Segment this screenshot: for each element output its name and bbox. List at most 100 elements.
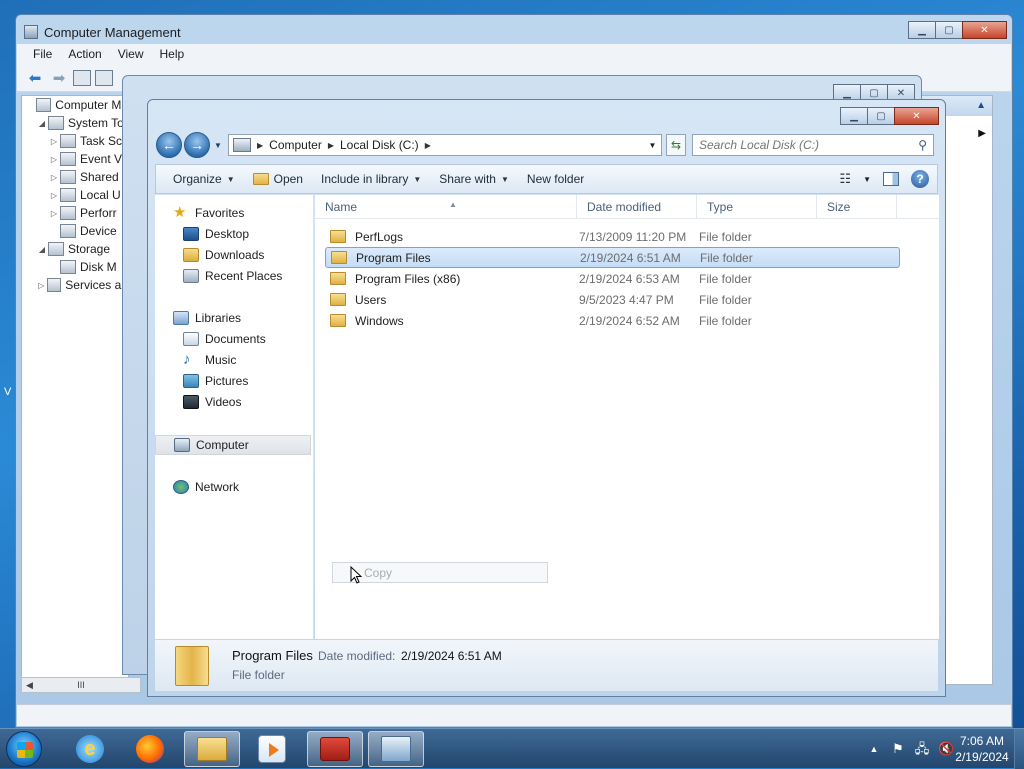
back-button[interactable]: ← bbox=[156, 132, 182, 158]
cm-console-tree[interactable]: Computer Ma ◢ System To ▷ Task Sc ▷ Event V ▷ Sh… bbox=[21, 95, 129, 687]
include-in-library-button[interactable]: Include in library ▼ bbox=[312, 167, 430, 191]
nav-music[interactable]: ♪ Music bbox=[155, 350, 236, 370]
forward-button[interactable]: → bbox=[184, 132, 210, 158]
nav-recent-places-label: Recent Places bbox=[205, 269, 283, 283]
breadcrumb-separator-icon[interactable]: ▶ bbox=[328, 141, 334, 150]
taskbar-media-player[interactable] bbox=[244, 731, 300, 767]
nav-recent-places[interactable]: Recent Places bbox=[155, 266, 282, 286]
tree-node[interactable]: Device bbox=[22, 222, 128, 240]
explorer-maximize-button[interactable]: ▢ bbox=[867, 107, 895, 125]
nav-computer[interactable]: Computer bbox=[155, 435, 311, 455]
column-header-date[interactable]: Date modified bbox=[577, 195, 697, 219]
tree-expander-icon[interactable]: ▷ bbox=[48, 137, 60, 146]
show-hidden-icons-chevron-icon[interactable]: ▲ bbox=[866, 741, 882, 757]
explorer-close-button[interactable]: ✕ bbox=[894, 107, 939, 125]
search-icon[interactable]: ⚲ bbox=[918, 138, 927, 152]
tree-expander-icon[interactable]: ▷ bbox=[48, 155, 60, 164]
address-bar[interactable]: ▶ Computer ▶ Local Disk (C:) ▶ ▼ bbox=[228, 134, 662, 156]
breadcrumb-local-disk[interactable]: Local Disk (C:) bbox=[340, 138, 419, 152]
recent-pages-chevron-icon[interactable]: ▼ bbox=[214, 141, 224, 150]
menu-help[interactable]: Help bbox=[152, 47, 193, 61]
cm-caption-buttons: ▁ ▢ ✕ bbox=[908, 21, 1007, 39]
tree-node[interactable]: ▷ Task Sc bbox=[22, 132, 128, 150]
up-folder-icon[interactable] bbox=[73, 69, 91, 86]
forward-arrow-icon[interactable]: ➡ bbox=[49, 68, 69, 88]
menu-action[interactable]: Action bbox=[60, 47, 109, 61]
tree-node[interactable]: ▷ Local U bbox=[22, 186, 128, 204]
search-input[interactable] bbox=[699, 138, 919, 152]
nav-documents[interactable]: Documents bbox=[155, 329, 266, 349]
cm-horizontal-scrollbar[interactable]: ◀ III ▶ bbox=[21, 677, 141, 693]
file-row[interactable]: Program Files (x86) 2/19/2024 6:53 AM File… bbox=[325, 268, 900, 289]
system-clock[interactable]: 7:06 AM 2/19/2024 bbox=[952, 733, 1012, 765]
search-box[interactable]: ⚲ bbox=[692, 134, 934, 156]
show-desktop-button[interactable] bbox=[1014, 729, 1024, 769]
tree-node[interactable]: ▷ Services an bbox=[22, 276, 128, 294]
column-header-size[interactable]: Size bbox=[817, 195, 897, 219]
file-row[interactable]: Program Files 2/19/2024 6:51 AM File folde… bbox=[325, 247, 900, 268]
scroll-left-icon[interactable]: ◀ bbox=[26, 680, 33, 691]
action-center-flag-icon[interactable]: ⚑ bbox=[890, 741, 906, 757]
start-button[interactable] bbox=[6, 731, 42, 767]
nav-pictures[interactable]: Pictures bbox=[155, 371, 248, 391]
nav-videos[interactable]: Videos bbox=[155, 392, 241, 412]
taskbar-firefox[interactable] bbox=[122, 731, 178, 767]
open-button[interactable]: Open bbox=[244, 167, 312, 191]
nav-desktop[interactable]: Desktop bbox=[155, 224, 249, 244]
tree-expander-icon[interactable]: ◢ bbox=[36, 245, 48, 254]
help-icon[interactable]: ? bbox=[911, 170, 929, 188]
cm-minimize-button[interactable]: ▁ bbox=[908, 21, 936, 39]
tree-expander-icon[interactable]: ◢ bbox=[36, 119, 48, 128]
tree-node[interactable]: ▷ Event V bbox=[22, 150, 128, 168]
breadcrumb-separator-icon[interactable]: ▶ bbox=[257, 141, 263, 150]
expand-right-icon[interactable]: ▶ bbox=[978, 128, 986, 139]
file-date-modified: 2/19/2024 6:52 AM bbox=[579, 313, 680, 328]
view-options-icon[interactable]: ☷ bbox=[839, 171, 851, 187]
cm-maximize-button[interactable]: ▢ bbox=[935, 21, 963, 39]
explorer-window[interactable]: ▁ ▢ ✕ ← → ▼ ▶ Computer ▶ Local Disk (C:)… bbox=[147, 99, 946, 697]
preview-pane-icon[interactable] bbox=[883, 172, 899, 186]
tree-node[interactable]: ▷ Shared bbox=[22, 168, 128, 186]
tree-node[interactable]: ◢ System To bbox=[22, 114, 128, 132]
scroll-grip[interactable]: III bbox=[77, 680, 85, 690]
explorer-minimize-button[interactable]: ▁ bbox=[840, 107, 868, 125]
tree-expander-icon[interactable]: ▷ bbox=[48, 173, 60, 182]
share-with-button[interactable]: Share with ▼ bbox=[430, 167, 518, 191]
taskbar-internet-explorer[interactable]: e bbox=[62, 731, 118, 767]
address-history-chevron-icon[interactable]: ▼ bbox=[643, 141, 661, 150]
tree-node[interactable]: Computer Ma bbox=[22, 96, 128, 114]
view-chevron-down-icon[interactable]: ▼ bbox=[863, 175, 871, 184]
cm-close-button[interactable]: ✕ bbox=[962, 21, 1007, 39]
nav-libraries[interactable]: Libraries bbox=[155, 308, 241, 328]
tree-node[interactable]: ▷ Perforr bbox=[22, 204, 128, 222]
new-folder-button[interactable]: New folder bbox=[518, 167, 593, 191]
refresh-button[interactable]: ⇆ bbox=[666, 134, 686, 156]
tree-node[interactable]: ◢ Storage bbox=[22, 240, 128, 258]
file-row[interactable]: PerfLogs 7/13/2009 11:20 PM File folder bbox=[325, 226, 900, 247]
network-status-icon[interactable]: 🖧 bbox=[914, 741, 930, 757]
organize-button[interactable]: Organize ▼ bbox=[164, 167, 244, 191]
tree-node[interactable]: Disk M bbox=[22, 258, 128, 276]
collapse-up-icon[interactable]: ▲ bbox=[976, 100, 986, 111]
menu-file[interactable]: File bbox=[25, 47, 60, 61]
tree-expander-icon[interactable]: ▷ bbox=[36, 281, 47, 290]
nav-network[interactable]: Network bbox=[155, 477, 239, 497]
taskbar-windows-explorer[interactable] bbox=[184, 731, 240, 767]
show-hide-tree-icon[interactable] bbox=[95, 69, 113, 86]
nav-downloads[interactable]: Downloads bbox=[155, 245, 264, 265]
column-header-name[interactable]: Name ▲ bbox=[315, 195, 577, 219]
back-arrow-icon[interactable]: ⬅ bbox=[25, 68, 45, 88]
menu-view[interactable]: View bbox=[110, 47, 152, 61]
tree-node-label: Local U bbox=[80, 188, 121, 202]
taskbar-computer-management[interactable] bbox=[368, 731, 424, 767]
file-row[interactable]: Users 9/5/2023 4:47 PM File folder bbox=[325, 289, 900, 310]
tree-expander-icon[interactable]: ▷ bbox=[48, 191, 60, 200]
breadcrumb-computer[interactable]: Computer bbox=[269, 138, 322, 152]
nav-favorites[interactable]: ★ Favorites bbox=[155, 203, 244, 223]
file-list[interactable]: Name ▲ Date modified Type Size PerfLogs 7… bbox=[315, 195, 939, 639]
file-row[interactable]: Windows 2/19/2024 6:52 AM File folder bbox=[325, 310, 900, 331]
column-header-type[interactable]: Type bbox=[697, 195, 817, 219]
tree-expander-icon[interactable]: ▷ bbox=[48, 209, 60, 218]
breadcrumb-separator-icon[interactable]: ▶ bbox=[425, 141, 431, 150]
taskbar-toolbox-app[interactable] bbox=[307, 731, 363, 767]
